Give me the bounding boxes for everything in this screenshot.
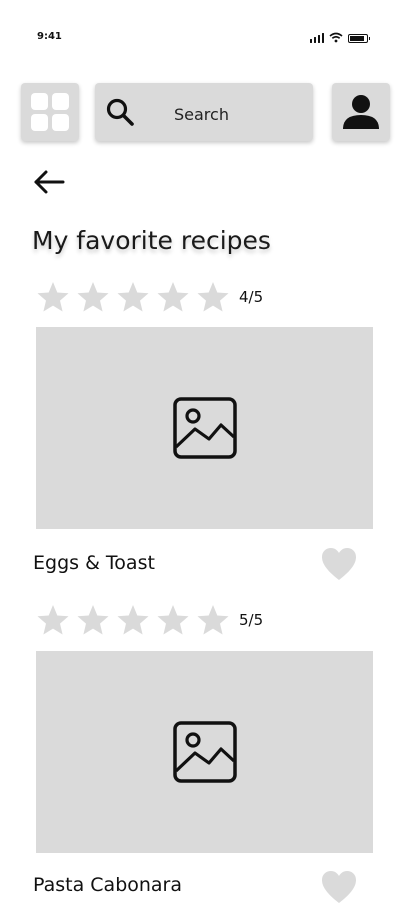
recipe-image[interactable]: [36, 651, 373, 853]
signal-icon: [309, 33, 324, 43]
rating-value: 4/5: [239, 288, 264, 306]
heart-icon[interactable]: [321, 547, 357, 581]
recipe-image[interactable]: [36, 327, 373, 529]
star-icon: [197, 282, 229, 312]
arrow-left-icon[interactable]: [33, 169, 65, 195]
top-toolbar: Search: [21, 83, 390, 143]
star-rating[interactable]: 4/5: [36, 281, 263, 313]
star-icon: [157, 282, 189, 312]
user-icon: [343, 95, 379, 129]
star-icon: [197, 605, 229, 635]
recipe-card: 5/5 Pasta Cabonara: [33, 604, 373, 903]
grid-icon: [31, 93, 69, 131]
page-title: My favorite recipes: [32, 226, 271, 255]
star-icon: [157, 605, 189, 635]
recipe-name[interactable]: Eggs & Toast: [33, 552, 155, 574]
search-icon: [106, 98, 134, 126]
search-input[interactable]: Search: [95, 83, 313, 141]
status-time: 9:41: [37, 31, 62, 42]
heart-icon[interactable]: [321, 870, 357, 904]
wifi-icon: [329, 32, 343, 43]
image-placeholder-icon: [172, 397, 237, 459]
menu-button[interactable]: [21, 83, 79, 141]
star-icon: [117, 605, 149, 635]
image-placeholder-icon: [172, 721, 237, 783]
status-icons: [309, 32, 370, 43]
star-icon: [77, 605, 109, 635]
star-icon: [37, 605, 69, 635]
star-icon: [117, 282, 149, 312]
rating-value: 5/5: [239, 611, 264, 629]
status-bar: 9:41: [0, 0, 408, 60]
star-rating[interactable]: 5/5: [36, 604, 263, 636]
recipe-name[interactable]: Pasta Cabonara: [33, 874, 182, 896]
recipe-card: 4/5 Eggs & Toast: [33, 281, 373, 601]
search-placeholder: Search: [174, 105, 229, 124]
star-icon: [37, 282, 69, 312]
profile-button[interactable]: [332, 83, 390, 141]
star-icon: [77, 282, 109, 312]
battery-icon: [348, 34, 370, 43]
